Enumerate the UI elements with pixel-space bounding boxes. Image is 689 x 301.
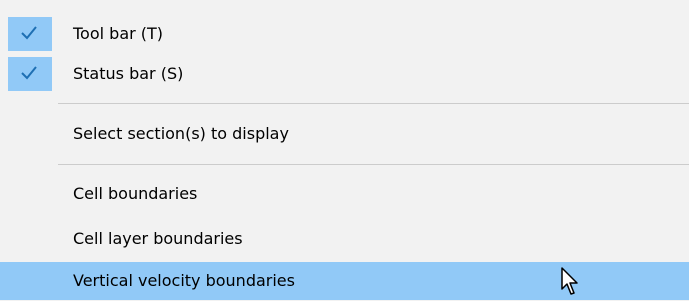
- menu-item-cell-boundaries[interactable]: Cell boundaries: [0, 175, 689, 213]
- view-context-menu: Tool bar (T) Status bar (S) Select secti…: [0, 0, 689, 301]
- menu-item-select-sections[interactable]: Select section(s) to display: [0, 115, 689, 153]
- checkmark-icon: [21, 26, 37, 40]
- menu-item-label: Vertical velocity boundaries: [73, 271, 295, 290]
- menu-item-cell-layer-boundaries[interactable]: Cell layer boundaries: [0, 220, 689, 258]
- menu-item-label: Select section(s) to display: [73, 124, 289, 143]
- menu-item-label: Tool bar (T): [73, 24, 164, 43]
- menu-separator: [58, 103, 689, 104]
- menu-item-label: Status bar (S): [73, 64, 184, 83]
- menu-item-tool-bar[interactable]: Tool bar (T): [0, 15, 689, 53]
- menu-item-label: Cell layer boundaries: [73, 229, 243, 248]
- checkmark-icon: [21, 66, 37, 80]
- menu-separator: [58, 164, 689, 165]
- menu-item-status-bar[interactable]: Status bar (S): [0, 55, 689, 93]
- menu-item-vertical-velocity-boundaries[interactable]: Vertical velocity boundaries: [0, 262, 689, 300]
- mouse-cursor-icon: [561, 267, 581, 301]
- menu-item-label: Cell boundaries: [73, 184, 198, 203]
- check-indicator: [8, 57, 52, 91]
- check-indicator: [8, 17, 52, 51]
